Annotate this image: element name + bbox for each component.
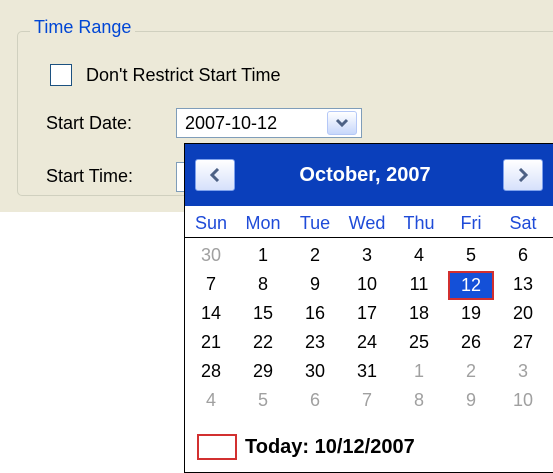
next-month-button[interactable] [503, 159, 543, 191]
calendar-week-row: 14 15 16 17 18 19 20 [185, 300, 553, 329]
calendar-day[interactable]: 20 [497, 300, 549, 329]
calendar-day[interactable]: 1 [237, 242, 289, 271]
calendar-day[interactable]: 1 [393, 358, 445, 387]
calendar-week-row: 21 22 23 24 25 26 27 [185, 329, 553, 358]
weekday-label: Sat [509, 213, 537, 233]
calendar-day[interactable]: 3 [341, 242, 393, 271]
calendar-day[interactable]: 19 [445, 300, 497, 329]
calendar-day[interactable]: 24 [341, 329, 393, 358]
weekday-label: Sun [194, 213, 228, 233]
calendar-day[interactable]: 30 [289, 358, 341, 387]
weekday-label: Mon [245, 213, 281, 233]
restrict-start-time-label[interactable]: Don't Restrict Start Time [86, 65, 280, 86]
restrict-start-time-checkbox[interactable] [50, 64, 72, 86]
calendar-day[interactable]: 8 [393, 387, 445, 416]
calendar-day[interactable]: 9 [289, 271, 341, 300]
calendar-day[interactable]: 21 [185, 329, 237, 358]
restrict-start-time-row[interactable]: Don't Restrict Start Time [50, 62, 280, 88]
calendar-day[interactable]: 6 [497, 242, 549, 271]
calendar-day[interactable]: 4 [185, 387, 237, 416]
calendar-day[interactable]: 2 [445, 358, 497, 387]
calendar-day[interactable]: 18 [393, 300, 445, 329]
calendar-day[interactable]: 3 [497, 358, 549, 387]
calendar-day[interactable]: 17 [341, 300, 393, 329]
calendar-day[interactable]: 10 [497, 387, 549, 416]
weekday-label: Fri [460, 213, 482, 233]
calendar-day[interactable]: 9 [445, 387, 497, 416]
calendar-day[interactable]: 6 [289, 387, 341, 416]
chevron-left-icon [209, 168, 220, 182]
date-dropdown-button[interactable] [327, 111, 357, 135]
calendar-month-title[interactable]: October, 2007 [245, 144, 485, 206]
calendar-day[interactable]: 27 [497, 329, 549, 358]
weekday-header-row: Sun Mon Tue Wed Thu Fri Sat [185, 208, 553, 238]
calendar-day[interactable]: 11 [393, 271, 445, 300]
calendar-day[interactable]: 31 [341, 358, 393, 387]
groupbox-title: Time Range [30, 14, 136, 40]
today-marker [197, 434, 237, 460]
calendar-day[interactable]: 29 [237, 358, 289, 387]
chevron-down-icon [335, 118, 349, 128]
calendar-day[interactable]: 7 [341, 387, 393, 416]
calendar-day[interactable]: 7 [185, 271, 237, 300]
calendar-week-row: 30 1 2 3 4 5 6 [185, 242, 553, 271]
start-time-label: Start Time: [46, 166, 134, 186]
calendar-day[interactable]: 10 [341, 271, 393, 300]
calendar-day[interactable]: 23 [289, 329, 341, 358]
calendar-dropdown[interactable]: October, 2007 Sun Mon Tue Wed Thu Fri Sat 30 1 2… [184, 143, 553, 473]
calendar-day[interactable]: 13 [497, 271, 549, 300]
calendar-day[interactable]: 16 [289, 300, 341, 329]
chevron-right-icon [518, 168, 529, 182]
calendar-day[interactable]: 5 [445, 242, 497, 271]
calendar-day[interactable]: 28 [185, 358, 237, 387]
calendar-week-row: 4 5 6 7 8 9 10 [185, 387, 553, 416]
start-date-picker[interactable]: 2007-10-12 [176, 108, 362, 138]
weekday-label: Tue [299, 213, 331, 233]
calendar-day[interactable]: 30 [185, 242, 237, 271]
calendar-day[interactable]: 4 [393, 242, 445, 271]
calendar-day-grid: 30 1 2 3 4 5 6 7 8 9 10 11 12 13 14 15 16 17 18 19 20 21 22 23 2… [185, 242, 553, 416]
calendar-day[interactable]: 22 [237, 329, 289, 358]
start-date-value[interactable]: 2007-10-12 [177, 113, 327, 134]
calendar-day[interactable]: 14 [185, 300, 237, 329]
calendar-week-row: 7 8 9 10 11 12 13 [185, 271, 553, 300]
calendar-day[interactable]: 8 [237, 271, 289, 300]
calendar-day[interactable]: 26 [445, 329, 497, 358]
today-link[interactable]: Today: 10/12/2007 [197, 432, 415, 462]
prev-month-button[interactable] [195, 159, 235, 191]
calendar-day[interactable]: 5 [237, 387, 289, 416]
weekday-label: Thu [403, 213, 435, 233]
calendar-header: October, 2007 [185, 144, 553, 206]
calendar-day[interactable]: 2 [289, 242, 341, 271]
calendar-day[interactable]: 25 [393, 329, 445, 358]
weekday-label: Wed [348, 213, 386, 233]
calendar-week-row: 28 29 30 31 1 2 3 [185, 358, 553, 387]
calendar-day-selected[interactable]: 12 [448, 271, 494, 300]
today-label[interactable]: Today: 10/12/2007 [245, 436, 415, 459]
calendar-day[interactable]: 15 [237, 300, 289, 329]
start-date-label: Start Date: [46, 113, 133, 133]
